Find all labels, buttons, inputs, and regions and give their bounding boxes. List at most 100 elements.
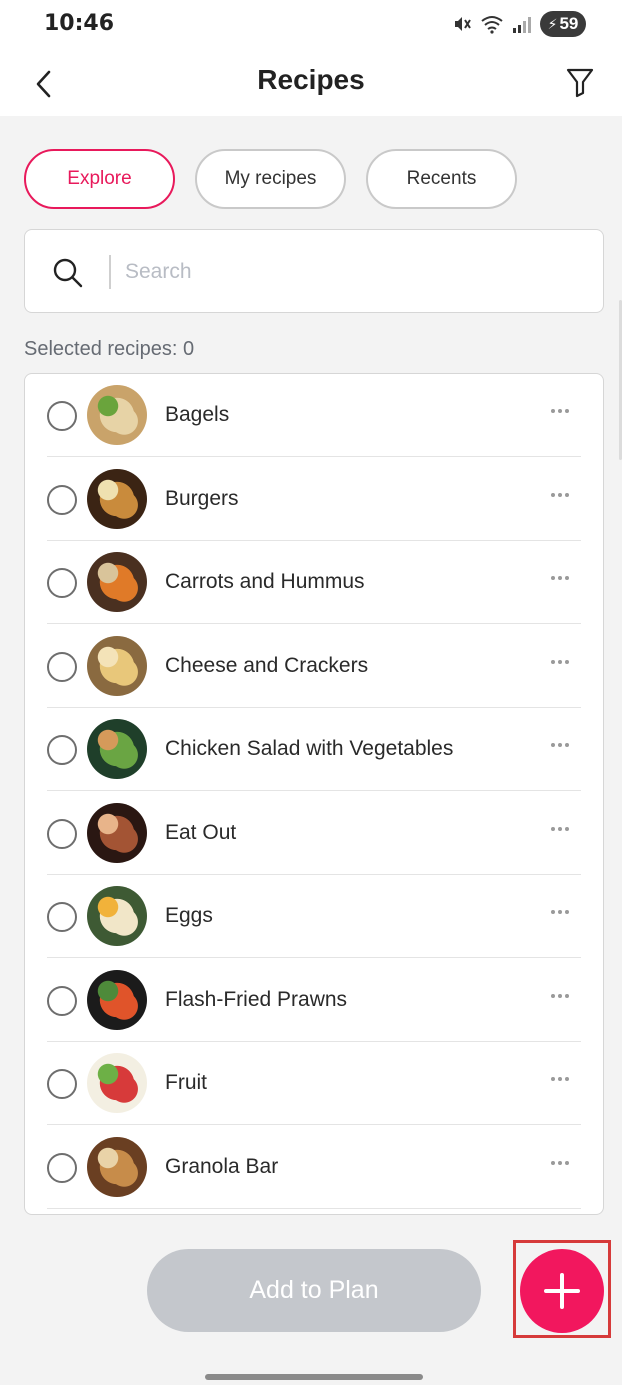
list-item[interactable]: Granola Bar [25,1126,603,1209]
search-icon [53,258,83,288]
search-divider [109,255,111,289]
more-dot [558,910,562,914]
plus-icon [544,1273,580,1309]
more-dot [551,492,555,497]
more-icon[interactable] [545,396,575,426]
recipe-thumbnail [87,635,147,696]
list-item[interactable]: Flash-Fried Prawns [25,959,603,1042]
recipe-name: Eggs [165,904,213,927]
more-dot [558,576,562,580]
recipe-list: Bagels Burgers Carrots and Hummus Cheese an… [24,373,604,1215]
list-item[interactable]: Bagels [25,374,603,457]
list-item[interactable]: Eggs [25,875,603,958]
more-icon[interactable] [545,897,575,927]
list-item[interactable]: Eat Out [25,792,603,875]
recipe-thumbnail [87,1136,147,1197]
more-dot [558,492,562,497]
more-dot [565,1160,569,1165]
select-radio[interactable] [47,902,77,932]
more-dot [565,910,569,914]
recipe-thumbnail [87,886,147,946]
select-radio[interactable] [47,568,77,598]
page-title: Recipes [257,64,365,95]
status-bar: 10:46 ⚡ 59 [0,0,622,50]
add-recipe-button[interactable] [520,1249,604,1333]
more-dot [565,993,569,998]
more-dot [565,1077,569,1081]
tab-recents[interactable]: Recents [366,149,517,209]
recipe-thumbnail [87,802,147,863]
more-dot [558,743,562,747]
more-dot [558,409,562,413]
more-dot [558,1160,562,1165]
more-dot [565,409,569,413]
wifi-icon [481,16,503,34]
more-dot [551,409,555,413]
recipe-name: Eat Out [165,820,237,844]
row-divider [47,1207,581,1209]
home-indicator[interactable] [205,1374,423,1380]
list-item[interactable]: Burgers [25,458,603,541]
more-dot [565,659,569,664]
more-dot [551,1077,555,1081]
list-item[interactable]: Chicken Salad with Vegetables [25,708,603,791]
more-dot [558,993,562,998]
select-radio[interactable] [47,1069,77,1099]
more-dot [565,492,569,497]
status-icons: ⚡ 59 [452,10,586,38]
recipe-name: Bagels [165,403,230,426]
more-dot [551,576,555,580]
recipe-name: Cheese and Crackers [165,653,369,677]
more-dot [558,826,562,831]
more-dot [551,743,555,747]
select-radio[interactable] [47,818,77,849]
select-radio[interactable] [47,401,77,431]
recipe-thumbnail [87,719,147,779]
recipe-thumbnail [87,468,147,529]
more-icon[interactable] [545,730,575,760]
more-icon[interactable] [545,647,575,677]
filter-icon [566,68,594,98]
recipe-thumbnail [87,969,147,1030]
list-item[interactable]: Fruit [25,1042,603,1125]
more-icon[interactable] [545,814,575,844]
signal-icon [513,17,531,33]
more-dot [551,659,555,664]
select-radio[interactable] [47,1152,77,1183]
select-radio[interactable] [47,651,77,682]
recipe-tabs: Explore My recipes Recents [24,149,517,209]
list-item[interactable]: Carrots and Hummus [25,541,603,624]
more-icon[interactable] [545,563,575,593]
recipe-name: Fruit [165,1071,207,1094]
filter-button[interactable] [558,60,602,104]
search-input[interactable] [125,252,575,292]
select-radio[interactable] [47,985,77,1016]
battery-level: 59 [559,14,579,33]
more-dot [565,743,569,747]
tab-explore[interactable]: Explore [24,149,175,209]
more-icon[interactable] [545,1148,575,1178]
recipe-name: Carrots and Hummus [165,570,365,593]
more-dot [551,1160,555,1165]
more-dot [551,993,555,998]
mute-icon [455,17,471,31]
more-dot [551,826,555,831]
recipe-name: Flash-Fried Prawns [165,987,348,1011]
more-icon[interactable] [545,480,575,510]
search-bar [24,229,604,313]
more-dot [565,576,569,580]
select-radio[interactable] [47,484,77,515]
recipe-thumbnail [87,1053,147,1113]
more-dot [558,659,562,664]
recipe-name: Chicken Salad with Vegetables [165,737,454,760]
recipe-thumbnail [87,385,147,445]
recipe-name: Burgers [165,486,239,510]
add-to-plan-button[interactable]: Add to Plan [147,1249,481,1332]
more-dot [565,826,569,831]
tab-my-recipes[interactable]: My recipes [195,149,346,209]
more-icon[interactable] [545,981,575,1011]
select-radio[interactable] [47,735,77,765]
selected-recipes-count: Selected recipes: 0 [24,338,195,360]
more-icon[interactable] [545,1064,575,1094]
list-item[interactable]: Cheese and Crackers [25,625,603,708]
